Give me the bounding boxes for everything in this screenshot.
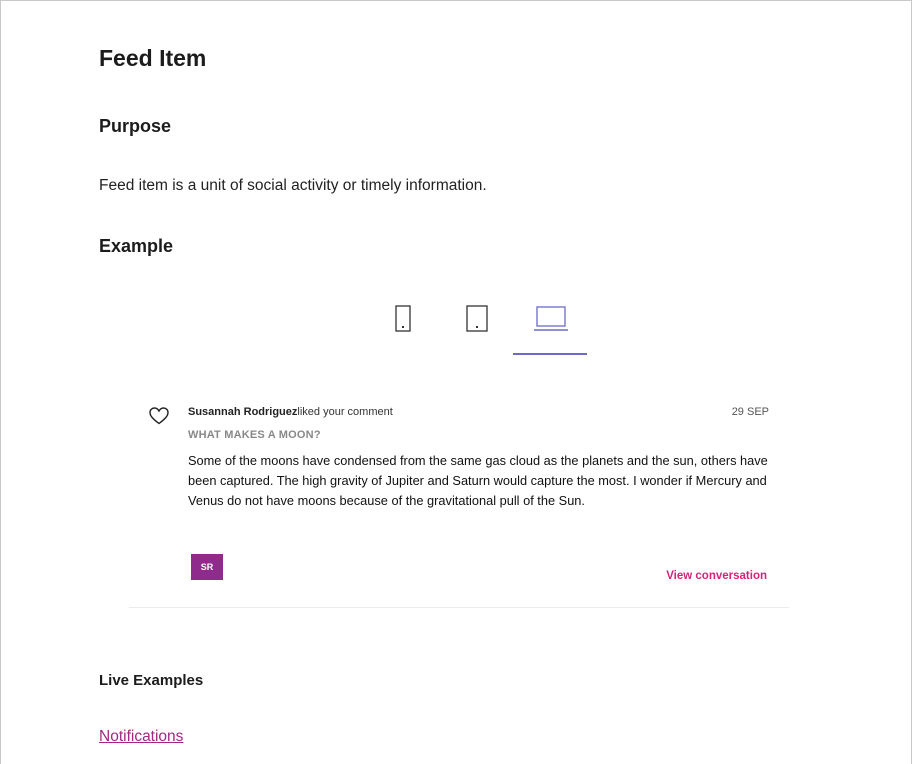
feed-header: Susannah Rodriguezliked your comment (188, 406, 393, 418)
view-conversation-link[interactable]: View conversation (666, 570, 767, 582)
laptop-icon[interactable] (534, 305, 568, 338)
tablet-icon[interactable] (466, 305, 488, 338)
feed-date: 29 SEP (731, 406, 769, 418)
purpose-text: Feed item is a unit of social activity o… (99, 177, 487, 194)
feed-action: liked your comment (297, 406, 393, 418)
feed-subject: WHAT MAKES A MOON? (188, 429, 321, 441)
feed-item: Susannah Rodriguezliked your comment 29 … (129, 397, 789, 608)
phone-icon[interactable] (395, 305, 411, 338)
page-frame: Feed Item Purpose Feed item is a unit of… (0, 0, 912, 764)
example-heading: Example (99, 236, 174, 256)
heart-icon[interactable] (149, 407, 169, 430)
avatar[interactable]: SR (191, 554, 223, 580)
page-title: Feed Item (99, 45, 207, 71)
purpose-heading: Purpose (99, 116, 172, 136)
live-examples-heading: Live Examples (99, 672, 204, 689)
feed-body: Some of the moons have condensed from th… (188, 453, 768, 508)
notifications-link[interactable]: Notifications (99, 728, 183, 746)
feed-user-name[interactable]: Susannah Rodriguez (188, 406, 297, 418)
active-tab-indicator (513, 353, 587, 355)
